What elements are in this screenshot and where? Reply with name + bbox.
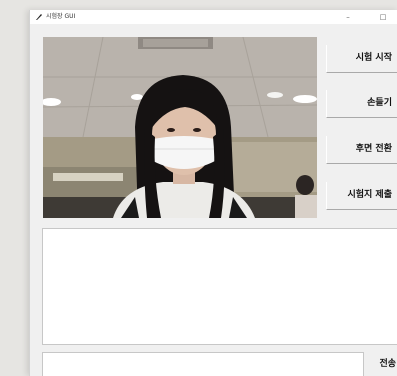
message-input[interactable]	[42, 352, 364, 376]
exam-window: 시험장 GUI – □ 시험 시작 손들기 후면 전환 시험지 제출 전송	[29, 10, 397, 376]
raise-hand-button[interactable]: 손들기	[326, 90, 397, 118]
desktop-background: 시험장 GUI – □ 시험 시작 손들기 후면 전환 시험지 제출 전송	[0, 0, 397, 376]
window-title: 시험장 GUI	[46, 13, 76, 20]
maximize-button[interactable]: □	[373, 10, 393, 24]
feather-icon	[36, 14, 42, 20]
send-button[interactable]: 전송	[369, 354, 397, 376]
start-exam-button[interactable]: 시험 시작	[326, 45, 397, 73]
submit-exam-button[interactable]: 시험지 제출	[326, 182, 397, 210]
webcam-feed	[43, 37, 317, 218]
chat-log[interactable]	[42, 228, 397, 345]
flip-camera-button[interactable]: 후면 전환	[326, 136, 397, 164]
title-bar[interactable]: 시험장 GUI – □	[30, 10, 397, 24]
webcam-image	[43, 37, 317, 218]
minimize-button[interactable]: –	[338, 10, 358, 24]
